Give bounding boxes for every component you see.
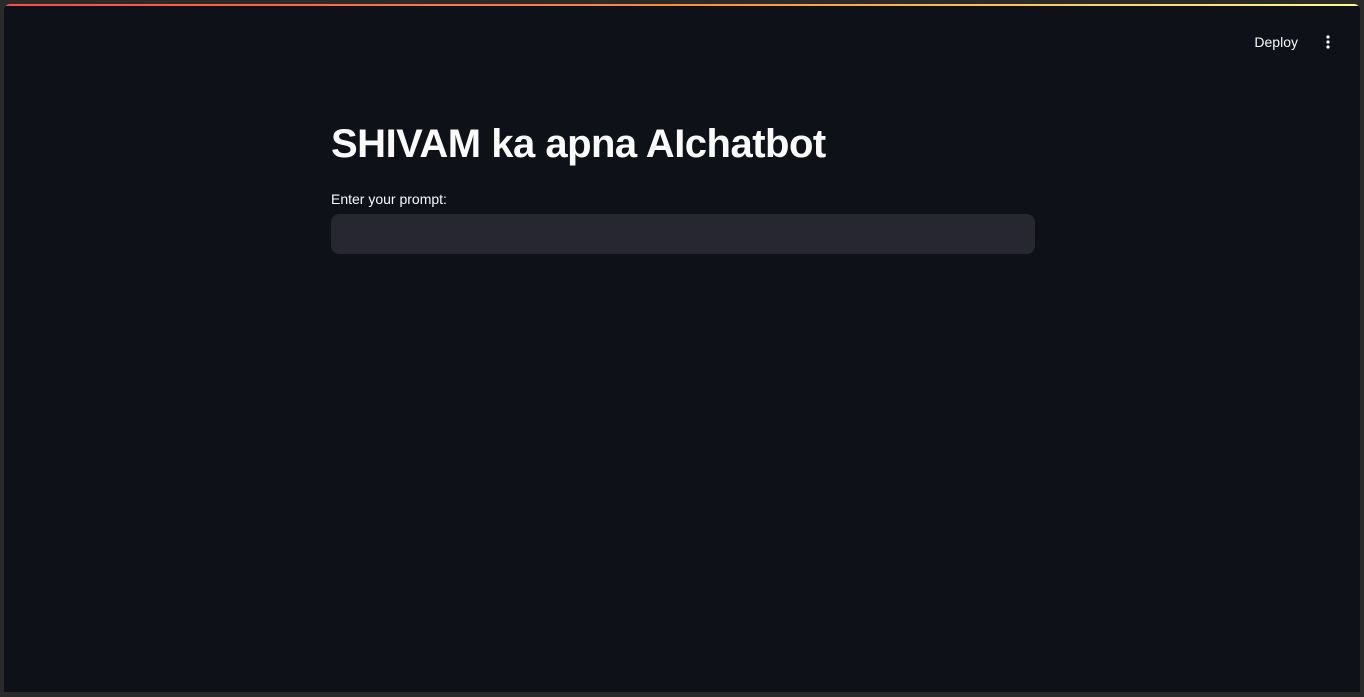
decoration-bar <box>4 4 1360 6</box>
page-title: SHIVAM ka apna AIchatbot <box>331 122 826 166</box>
prompt-input[interactable] <box>331 214 1035 254</box>
deploy-button[interactable]: Deploy <box>1246 30 1306 54</box>
prompt-label: Enter your prompt: <box>331 191 447 207</box>
main-menu-button[interactable] <box>1316 30 1340 54</box>
more-vertical-icon <box>1326 35 1330 49</box>
app-window: Deploy SHIVAM ka apna AIchatbot Enter yo… <box>4 4 1360 692</box>
app-header: Deploy <box>1246 30 1340 54</box>
main-content: SHIVAM ka apna AIchatbot Enter your prom… <box>331 116 1035 254</box>
